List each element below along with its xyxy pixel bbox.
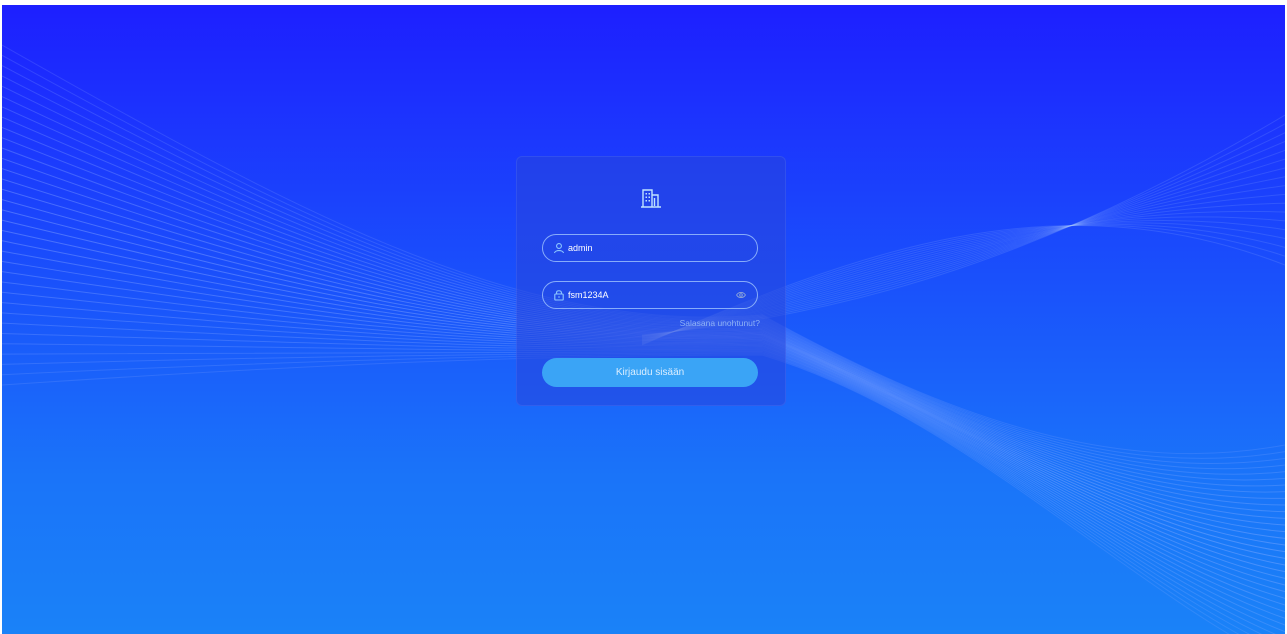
username-input[interactable] (568, 243, 728, 253)
forgot-password-link[interactable]: Salasana unohtunut? (680, 318, 760, 328)
username-field[interactable] (542, 234, 758, 262)
building-icon (641, 189, 661, 208)
password-field[interactable] (542, 281, 758, 309)
login-card: Salasana unohtunut? Kirjaudu sisään (516, 156, 786, 406)
login-screen: Salasana unohtunut? Kirjaudu sisään (2, 5, 1285, 634)
lock-icon (554, 290, 564, 301)
password-input[interactable] (568, 290, 728, 300)
page: Salasana unohtunut? Kirjaudu sisään (0, 0, 1287, 634)
login-button[interactable]: Kirjaudu sisään (542, 358, 758, 387)
user-icon (553, 243, 565, 254)
eye-icon[interactable] (736, 291, 746, 299)
